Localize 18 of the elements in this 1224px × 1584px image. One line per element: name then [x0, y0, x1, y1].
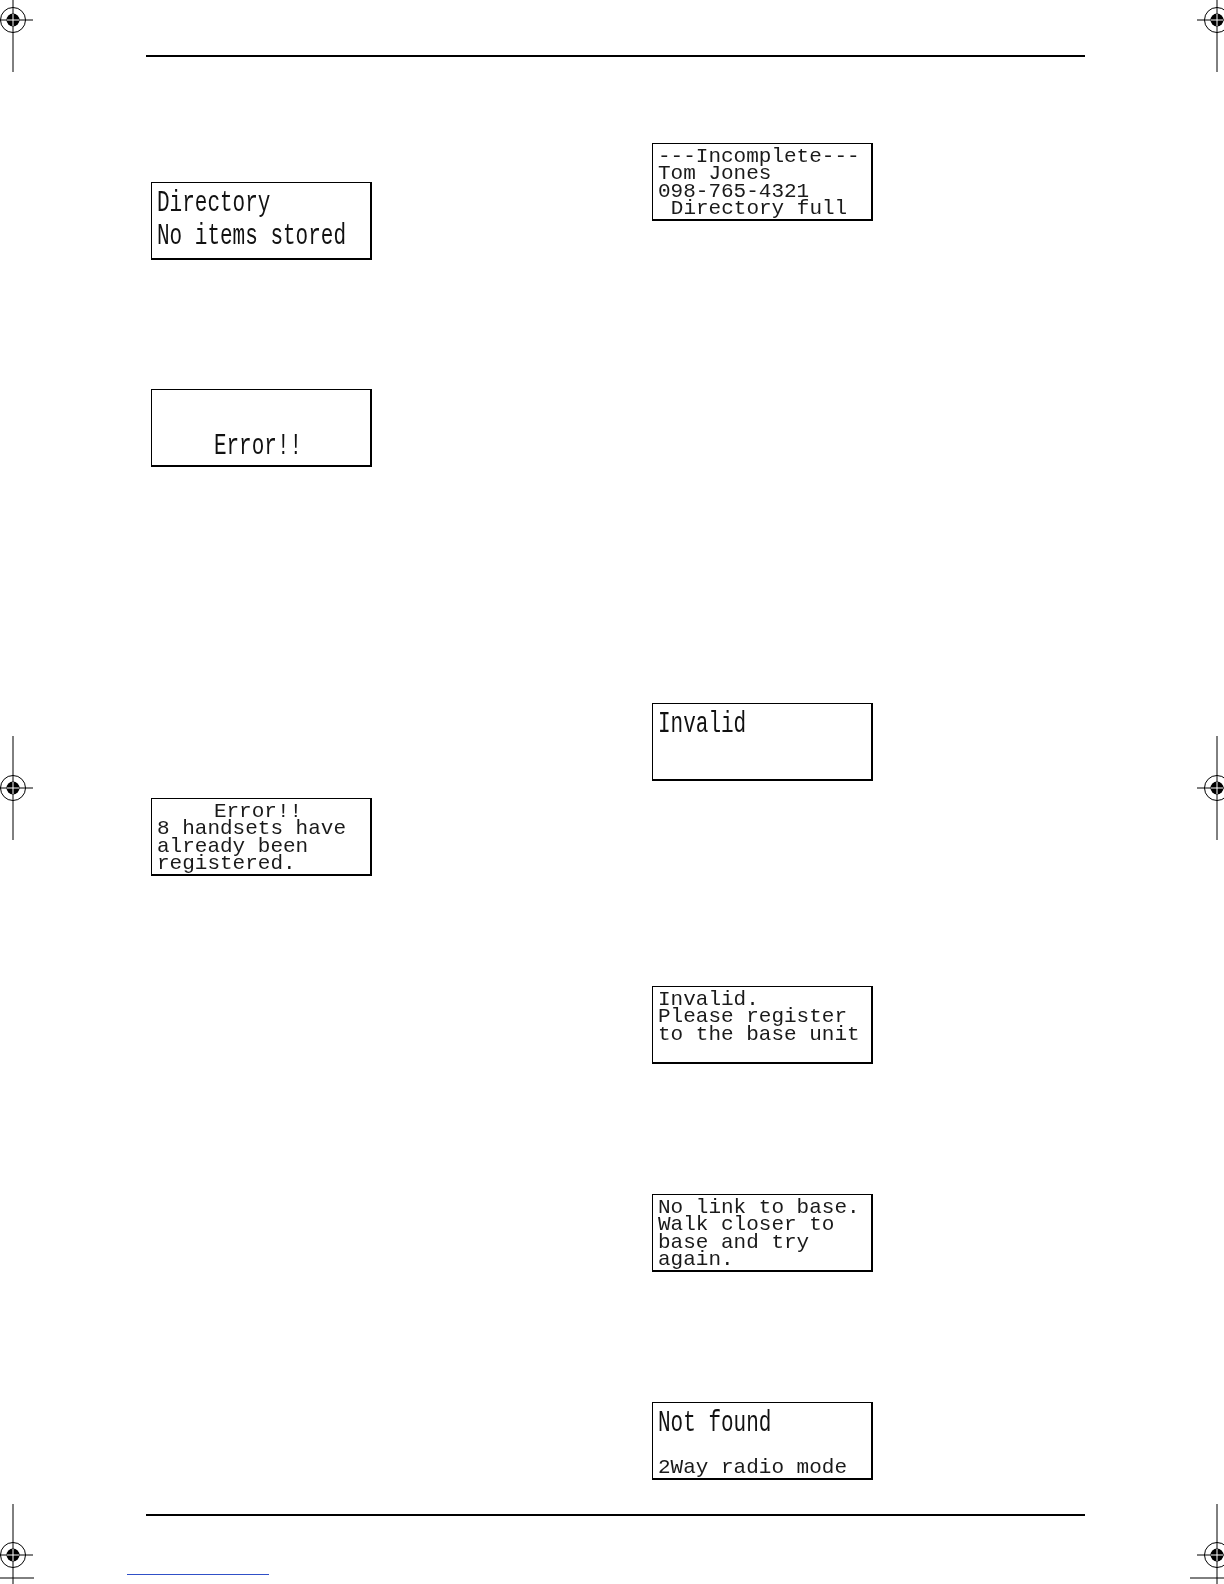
- screen-text: Not found: [658, 1407, 772, 1440]
- screen-text: registered.: [157, 854, 296, 873]
- screen-text: Directory: [157, 187, 271, 220]
- screen-text: ---Incomplete---: [658, 148, 860, 166]
- screen-text: Tom Jones: [658, 165, 772, 183]
- screen-text: Walk closer to: [658, 1216, 835, 1234]
- screen-text: Please register: [658, 1008, 848, 1026]
- screen-text: to the base unit: [658, 1025, 860, 1043]
- screen-text: already been: [157, 837, 309, 855]
- screen-text: Directory full: [670, 199, 848, 218]
- screen-text: Error!!: [213, 430, 303, 463]
- screen-text: Invalid: [658, 708, 747, 741]
- screen-text: 2Way radio mode: [658, 1458, 848, 1476]
- screen-text: 098-765-4321: [658, 182, 810, 200]
- screen-text: No items stored: [157, 220, 347, 253]
- screen-text: again.: [658, 1250, 734, 1269]
- screen-text: 8 handsets have: [157, 820, 347, 838]
- screen-text: base and try: [658, 1233, 810, 1251]
